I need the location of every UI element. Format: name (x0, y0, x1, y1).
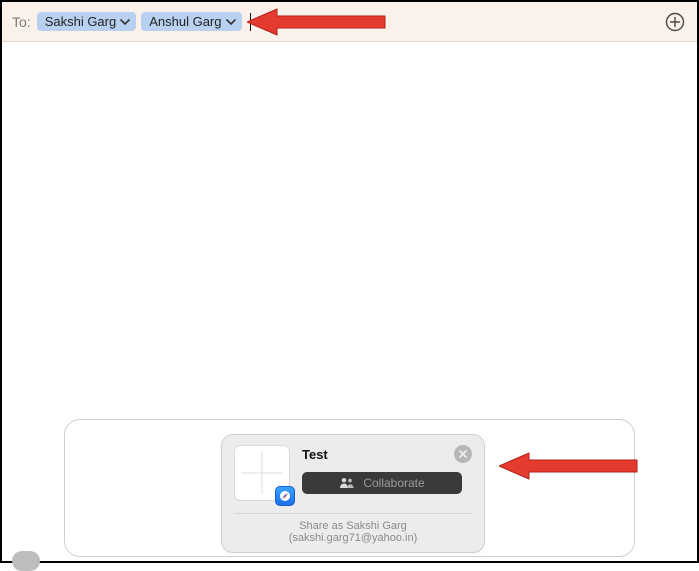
share-card-body: Test Collaborate (302, 445, 448, 494)
to-label: To: (12, 14, 31, 30)
collaborate-label: Collaborate (363, 476, 424, 490)
people-icon (339, 477, 355, 489)
recipient-name: Sakshi Garg (45, 14, 117, 29)
add-recipient-button[interactable] (663, 10, 687, 34)
collaborate-button[interactable]: Collaborate (302, 472, 462, 494)
recipient-chip[interactable]: Anshul Garg (141, 12, 241, 31)
share-card: Test Collaborate Share as Sakshi Garg (s… (221, 434, 485, 553)
recipient-chip[interactable]: Sakshi Garg (37, 12, 137, 31)
recipient-name: Anshul Garg (149, 14, 221, 29)
share-card-row: Test Collaborate (234, 445, 472, 501)
safari-icon (275, 486, 295, 506)
chevron-down-icon (120, 17, 130, 27)
annotation-arrow-top (247, 6, 387, 38)
share-item-title: Test (302, 447, 448, 462)
tab-group-thumbnail[interactable] (234, 445, 290, 501)
annotation-arrow-bottom (499, 450, 639, 482)
share-as-text: Share as Sakshi Garg (sakshi.garg71@yaho… (234, 513, 472, 544)
chevron-down-icon (226, 17, 236, 27)
scroll-to-bottom-button[interactable] (12, 551, 40, 571)
close-button[interactable] (454, 445, 472, 463)
